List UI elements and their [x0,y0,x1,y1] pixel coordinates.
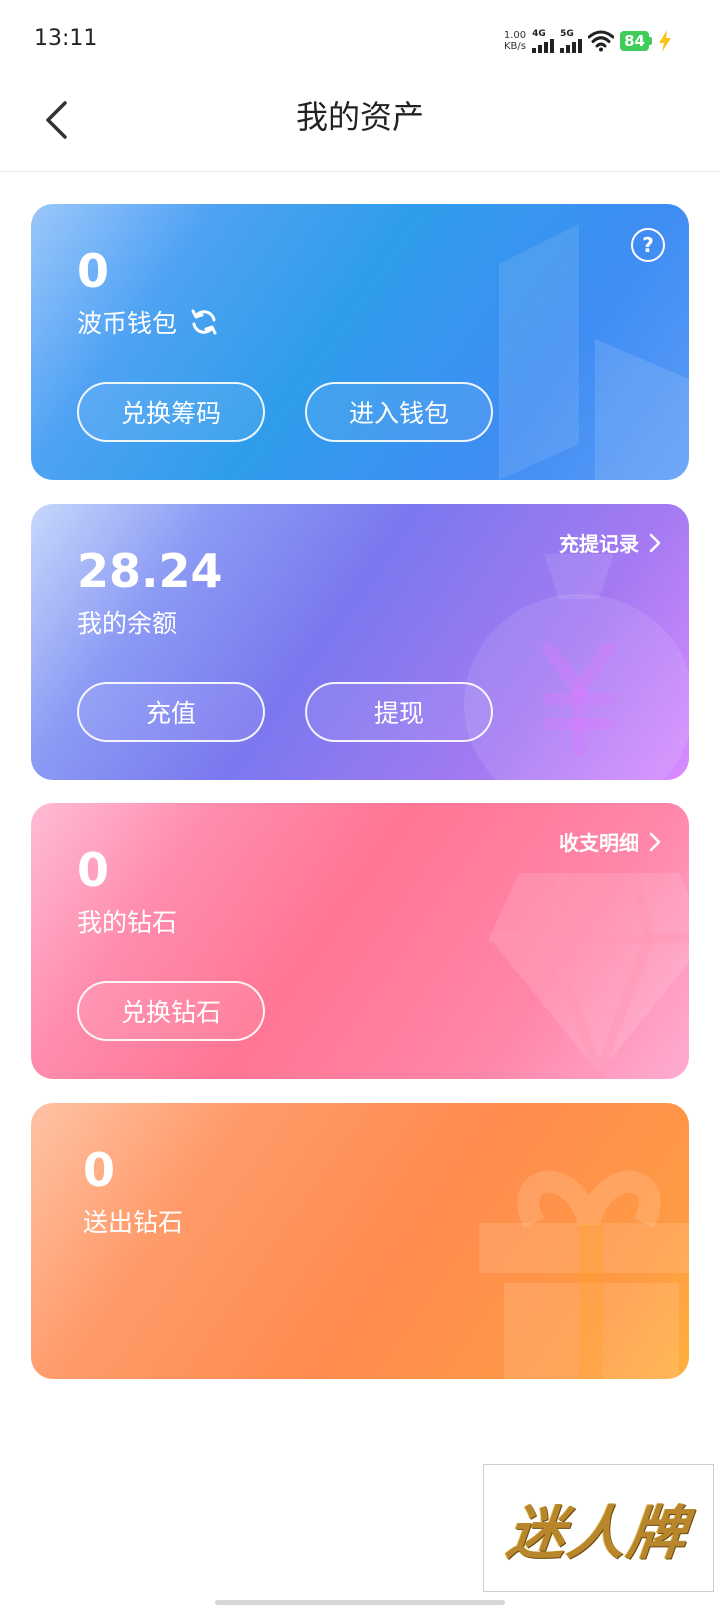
wallet-card: 0 波币钱包 ? 兑换筹码 进入钱包 [31,204,689,480]
diamond-card: 0 我的钻石 收支明细 兑换钻石 [31,803,689,1079]
money-bag-decoration-icon [464,554,689,780]
charging-icon [659,30,671,52]
signal-4g-label: 4G [532,29,546,39]
wallet-label: 波币钱包 [77,309,178,338]
signal-icon: 4G [532,29,555,53]
page-title: 我的资产 [295,98,424,136]
sent-diamonds-label: 送出钻石 [83,1208,184,1237]
battery-level: 84 [620,31,649,51]
balance-amount: 28.24 [77,544,223,598]
diamond-decoration-icon [489,871,689,1079]
status-time: 13:11 [34,26,98,51]
balance-card: 28.24 我的余额 充提记录 充值 提现 [31,504,689,780]
recharge-button[interactable]: 充值 [77,682,265,742]
diamond-amount: 0 [77,843,110,897]
sent-diamonds-amount: 0 [83,1143,116,1197]
wallet-label-row: 波币钱包 [77,304,219,340]
brand-logo-text: 迷人牌 [504,1499,692,1567]
status-bar: 13:11 1.00 KB/s 4G 5G 84 [0,0,720,80]
chevron-right-icon [649,533,661,552]
network-speed: 1.00 KB/s [504,30,526,52]
header: 我的资产 [0,80,720,172]
brand-stamp: 迷人牌 [483,1464,714,1592]
wallet-amount: 0 [77,244,110,298]
wifi-icon [588,30,615,52]
enter-wallet-button[interactable]: 进入钱包 [305,382,493,442]
signal-icon: 5G [560,29,583,53]
income-expense-details-link[interactable]: 收支明细 [559,827,661,856]
network-speed-value: 1.00 [503,30,527,41]
help-icon[interactable]: ? [631,228,665,262]
signal-5g-label: 5G [560,29,574,39]
details-link-label: 收支明细 [559,831,639,855]
battery-icon: 84 [620,31,652,51]
withdraw-button[interactable]: 提现 [305,682,493,742]
status-icons: 1.00 KB/s 4G 5G 84 [504,26,672,56]
home-indicator[interactable] [215,1600,505,1605]
refresh-icon[interactable] [189,307,219,337]
sent-diamonds-card: 0 送出钻石 [31,1103,689,1379]
records-link-label: 充提记录 [559,532,639,556]
chevron-right-icon [649,832,661,851]
recharge-withdraw-records-link[interactable]: 充提记录 [559,528,661,557]
balance-label: 我的余额 [77,609,178,638]
diamond-label: 我的钻石 [77,908,178,937]
exchange-chips-button[interactable]: 兑换筹码 [77,382,265,442]
gift-decoration-icon [479,1170,689,1379]
exchange-diamonds-button[interactable]: 兑换钻石 [77,981,265,1041]
network-speed-unit: KB/s [503,41,526,52]
